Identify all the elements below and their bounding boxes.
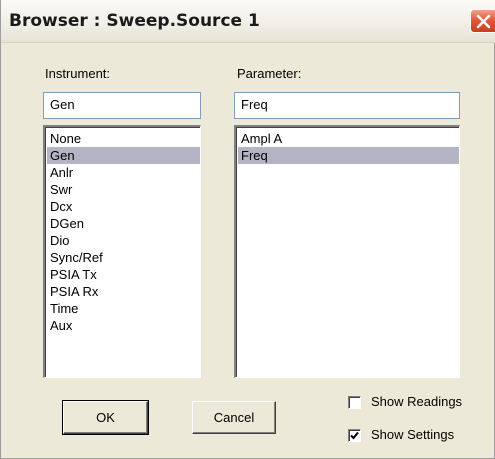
show-readings-label[interactable]: Show Readings	[371, 394, 462, 409]
instrument-list-item[interactable]: Dio	[47, 232, 200, 249]
instrument-list-item[interactable]: PSIA Rx	[47, 283, 200, 300]
parameter-list-item[interactable]: Freq	[238, 147, 459, 164]
show-settings-checkbox[interactable]	[348, 429, 361, 442]
browser-dialog: Browser : Sweep.Source 1 Instrument: Gen…	[0, 0, 495, 459]
instrument-list-item[interactable]: Time	[47, 300, 200, 317]
instrument-list-item[interactable]: Anlr	[47, 164, 200, 181]
instrument-listbox[interactable]: None Gen Anlr Swr Dcx DGen Dio Sync/Ref PSIA Tx P…	[43, 125, 201, 378]
parameter-list-item[interactable]: Ampl A	[238, 130, 459, 147]
instrument-list-item[interactable]: Swr	[47, 181, 200, 198]
instrument-input[interactable]: Gen	[43, 92, 201, 119]
parameter-input[interactable]: Freq	[234, 92, 460, 119]
checkmark-icon	[350, 431, 359, 440]
ok-button[interactable]: OK	[62, 400, 149, 435]
instrument-list-item[interactable]: None	[47, 130, 200, 147]
instrument-list-item[interactable]: Gen	[47, 147, 200, 164]
instrument-list-item[interactable]: Aux	[47, 317, 200, 334]
instrument-list-item[interactable]: Sync/Ref	[47, 249, 200, 266]
instrument-label: Instrument:	[45, 66, 111, 81]
parameter-label: Parameter:	[237, 66, 302, 81]
show-readings-checkbox[interactable]	[348, 396, 361, 409]
instrument-list-item[interactable]: Dcx	[47, 198, 200, 215]
instrument-list-item[interactable]: DGen	[47, 215, 200, 232]
parameter-listbox[interactable]: Ampl A Freq	[234, 125, 460, 378]
show-settings-label[interactable]: Show Settings	[371, 427, 454, 442]
window-title: Browser : Sweep.Source 1	[9, 11, 260, 31]
instrument-list-item[interactable]: PSIA Tx	[47, 266, 200, 283]
close-icon	[476, 14, 491, 29]
parameter-list: Ampl A Freq	[236, 127, 459, 164]
instrument-list: None Gen Anlr Swr Dcx DGen Dio Sync/Ref PSIA Tx P…	[45, 127, 200, 334]
close-button[interactable]	[470, 9, 495, 33]
title-bar[interactable]: Browser : Sweep.Source 1	[1, 0, 495, 43]
cancel-button[interactable]: Cancel	[192, 401, 276, 434]
